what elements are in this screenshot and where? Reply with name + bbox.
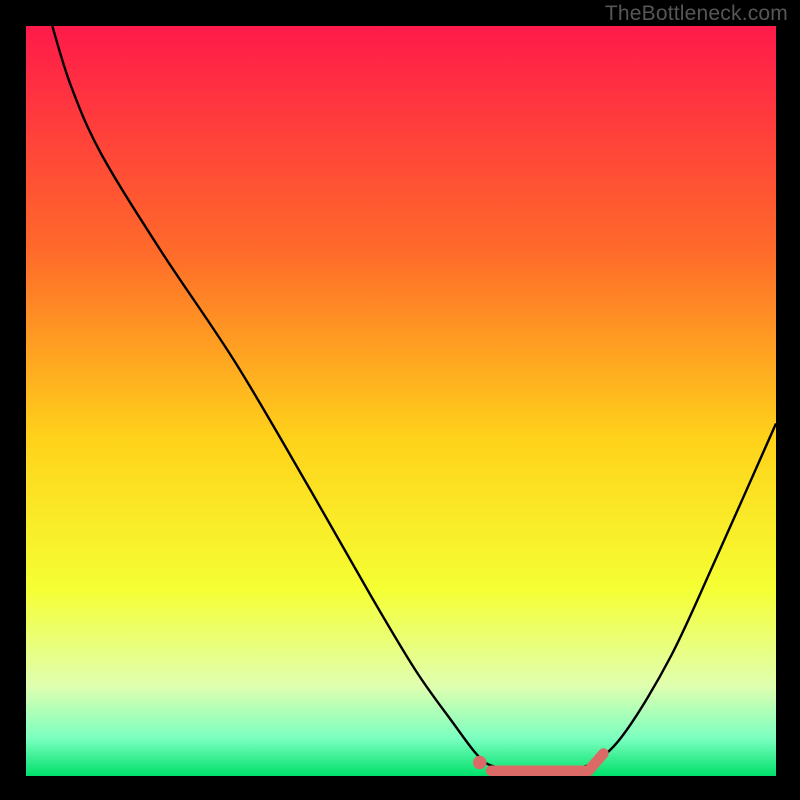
chart-svg	[26, 26, 776, 776]
optimum-dot	[473, 756, 487, 770]
chart-container: TheBottleneck.com	[0, 0, 800, 800]
gradient-background	[26, 26, 776, 776]
watermark-text: TheBottleneck.com	[605, 2, 788, 26]
plot-area	[26, 26, 776, 776]
